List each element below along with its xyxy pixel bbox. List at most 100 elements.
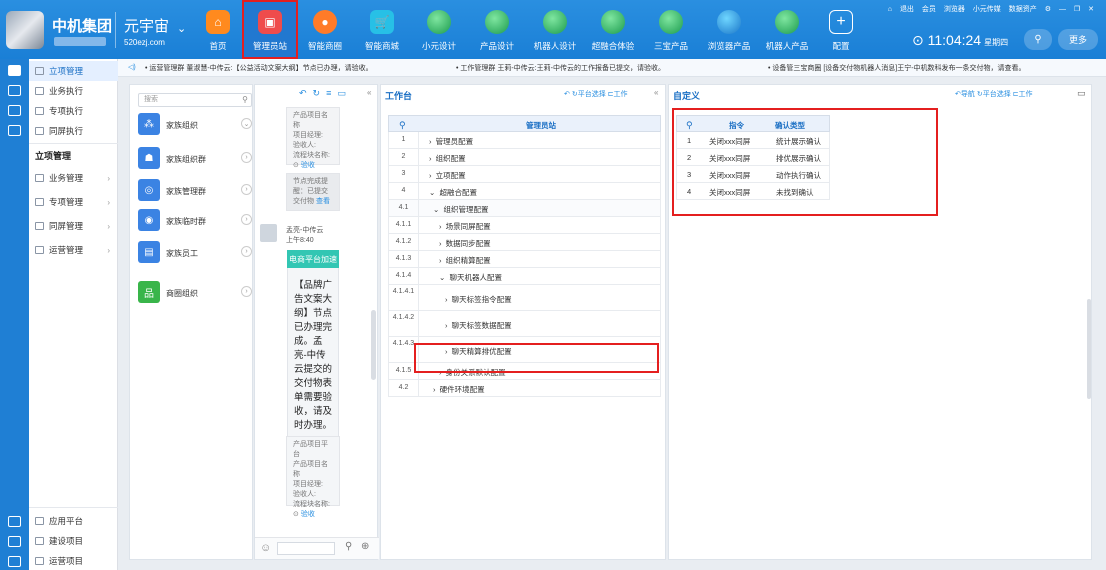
rail-build-icon[interactable] [8, 536, 21, 547]
platform-select-button[interactable]: ↻平台选择 [572, 91, 606, 98]
link-media[interactable]: 小元传媒 [973, 6, 1001, 13]
link-browser[interactable]: 浏览器 [944, 6, 965, 13]
platform-select-button[interactable]: ↻平台选择 [977, 91, 1011, 98]
table-row[interactable]: 4.1.4.1 › 聊天标签指令配置 [388, 285, 661, 311]
sidebar-item-special[interactable]: 专项执行 [29, 101, 118, 121]
chat-input[interactable] [277, 542, 335, 555]
rail-screen-icon[interactable] [8, 125, 21, 136]
nav-robot-products[interactable]: 机器人产品 [759, 0, 815, 59]
rail-project-icon[interactable] [8, 65, 21, 76]
avatar[interactable] [6, 11, 44, 49]
table-row[interactable]: 4.1.2 › 数据同步配置 [388, 234, 661, 251]
notice-item[interactable]: • 工作管理群 王莉-中传云:王莉-中传云的工作报备已提交，请验收。 [456, 63, 665, 73]
work-button[interactable]: ⊏工作 [1013, 91, 1033, 98]
table-row[interactable]: 2 › 组织配置 [388, 149, 661, 166]
restore-icon[interactable]: ❐ [1074, 6, 1080, 13]
nav-browser-products[interactable]: 浏览器产品 [701, 0, 757, 59]
chevron-right-icon[interactable]: › [241, 214, 252, 225]
view-link[interactable]: 查看 [316, 198, 330, 205]
rail-ops-icon[interactable] [8, 556, 21, 567]
sidebar-group-screen[interactable]: 同屏管理 › [29, 216, 118, 236]
nav-robot-design[interactable]: 机器人设计 [527, 0, 583, 59]
sidebar-group-ops[interactable]: 运营管理 › [29, 240, 118, 260]
collapse-icon[interactable]: « [654, 88, 658, 97]
notice-item[interactable]: • 运营管理群 董淑慧-中传云:【公益活动文案大纲】节点已办理，请验收。 [145, 63, 373, 73]
notice-item[interactable]: • 设备管三宝商圈 [设备交付物机器人消息]王宁-中机数科发布一条交付物，请查看… [768, 63, 1026, 73]
rail-special-icon[interactable] [8, 105, 21, 116]
nav-button[interactable]: ↶导航 [955, 91, 975, 98]
chevron-right-icon[interactable]: › [241, 184, 252, 195]
add-icon[interactable]: ⊕ [361, 541, 369, 552]
message-card[interactable]: 产品项目名称 项目经理: 验收人: 流程块名称: ⊙ 验收 [286, 107, 340, 169]
search-button[interactable]: ⚲ [1024, 29, 1052, 50]
nav-sanbao-products[interactable]: 三宝产品 [643, 0, 699, 59]
chevron-down-icon[interactable]: ⌄ [177, 22, 186, 35]
table-row[interactable]: 3 › 立项配置 [388, 166, 661, 183]
minimize-icon[interactable]: — [1059, 6, 1066, 13]
close-icon[interactable]: ✕ [1088, 6, 1094, 13]
table-row[interactable]: 4.1 ⌄ 组织管理配置 [388, 200, 661, 217]
org-item[interactable]: ☗ 家族组织群 › [138, 147, 252, 171]
table-row[interactable]: 4.2 › 硬件环境配置 [388, 380, 661, 397]
sidebar-group-business[interactable]: 业务管理 › [29, 168, 118, 188]
nav-smart-mall[interactable]: ● 智能商圈 [297, 0, 353, 59]
chevron-right-icon[interactable]: › [241, 286, 252, 297]
back-icon[interactable]: ↶ [299, 88, 313, 98]
sidebar-item-ops-project[interactable]: 运营项目 [29, 551, 118, 570]
org-item[interactable]: ⁂ 家族组织 ⌄ [138, 113, 252, 137]
message-tag[interactable]: 电商平台加速 [287, 250, 339, 268]
search-icon[interactable]: ⚲ [345, 541, 352, 552]
accept-link[interactable]: 验收 [301, 511, 315, 518]
chevron-right-icon[interactable]: › [241, 246, 252, 257]
work-button[interactable]: ⊏工作 [608, 91, 628, 98]
nav-admin-station[interactable]: ▣ 管理员站 [242, 0, 298, 59]
table-row[interactable]: 4.1.4 ⌄ 聊天机器人配置 [388, 268, 661, 285]
sidebar-item-project[interactable]: 立项管理 [29, 61, 118, 81]
search-icon[interactable]: ⚲ [399, 120, 406, 131]
back-icon[interactable]: ↶ [564, 91, 570, 98]
nav-home[interactable]: ⌂ 首页 [190, 0, 246, 59]
rail-app-icon[interactable] [8, 516, 21, 527]
rail-business-icon[interactable] [8, 85, 21, 96]
nav-xiaoyuan-design[interactable]: 小元设计 [411, 0, 467, 59]
collapse-icon[interactable]: « [367, 88, 371, 97]
sidebar-item-screen[interactable]: 同屏执行 [29, 121, 118, 141]
table-row[interactable]: 4.1.3 › 组织精算配置 [388, 251, 661, 268]
emoji-icon[interactable]: ☺ [260, 542, 271, 554]
table-row[interactable]: 4.1.4.2 › 聊天标签数据配置 [388, 311, 661, 337]
nav-smart-shop[interactable]: 🛒 智能商城 [354, 0, 410, 59]
org-item[interactable]: ◎ 家族管理群 › [138, 179, 252, 203]
table-row[interactable]: 4.1.1 › 场景同屏配置 [388, 217, 661, 234]
home-small-icon[interactable]: ⌂ [888, 6, 892, 13]
settings-icon[interactable]: ⚙ [1045, 6, 1051, 13]
org-item[interactable]: ▤ 家族员工 › [138, 241, 252, 265]
message-card[interactable]: 产品项目平台 产品项目名称 项目经理: 验收人: 流程块名称: ⊙ 验收 [286, 436, 340, 518]
sidebar-item-build-project[interactable]: 建设项目 [29, 531, 118, 551]
accept-link[interactable]: 验收 [301, 162, 315, 169]
message-card[interactable]: 节点完成提 醒：已提交 交付物 查看 [286, 173, 340, 211]
refresh-icon[interactable]: ↻ [313, 88, 327, 98]
sender-avatar[interactable] [260, 224, 277, 242]
nav-hyperfusion[interactable]: 超融合体验 [585, 0, 641, 59]
link-data-assets[interactable]: 数据资产 [1009, 6, 1037, 13]
table-row[interactable]: 4 ⌄ 超融合配置 [388, 183, 661, 200]
sidebar-item-business[interactable]: 业务执行 [29, 81, 118, 101]
org-item[interactable]: 品商圈组织 › [138, 281, 252, 305]
site-name[interactable]: 元宇宙 [124, 15, 169, 36]
more-button[interactable]: 更多 [1058, 29, 1098, 50]
panel-scrollbar[interactable] [1087, 299, 1091, 399]
list-icon[interactable]: ≡ [326, 88, 337, 98]
nav-product-design[interactable]: 产品设计 [469, 0, 525, 59]
org-search-input[interactable]: 搜索 ⚲ [138, 93, 252, 107]
link-member[interactable]: 会员 [922, 6, 936, 13]
link-logout[interactable]: 退出 [900, 6, 914, 13]
chevron-right-icon[interactable]: › [241, 152, 252, 163]
maximize-icon[interactable]: ▭ [1077, 88, 1086, 99]
table-row[interactable]: 1 › 管理员配置 [388, 132, 661, 149]
sidebar-item-app-platform[interactable]: 应用平台 [29, 511, 118, 531]
chat-icon[interactable]: ▭ [337, 88, 352, 98]
org-item[interactable]: ◉ 家族临时群 › [138, 209, 252, 233]
chat-scrollbar[interactable] [371, 310, 376, 380]
sidebar-group-special[interactable]: 专项管理 › [29, 192, 118, 212]
nav-config[interactable]: + 配置 [813, 0, 869, 59]
